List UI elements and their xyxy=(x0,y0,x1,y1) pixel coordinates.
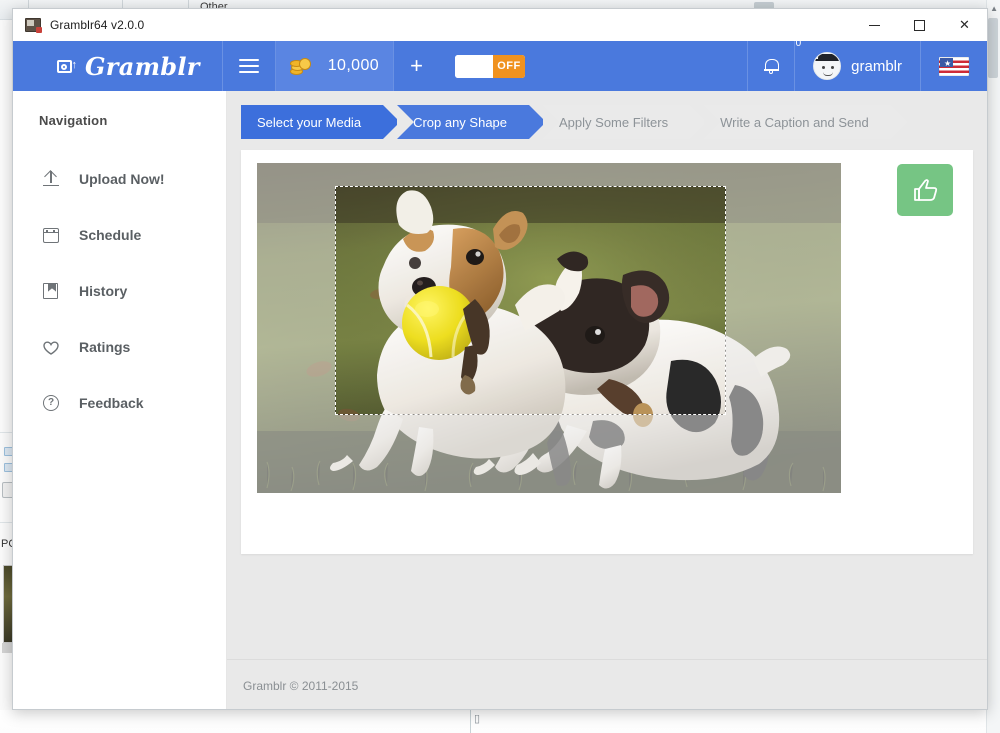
sidebar-item-feedback[interactable]: ? Feedback xyxy=(13,375,226,431)
background-scrollbar[interactable]: ▲ xyxy=(986,0,1000,733)
background-bottom-panel-divider xyxy=(470,710,471,733)
window-titlebar: Gramblr64 v2.0.0 ✕ xyxy=(13,9,987,41)
sidebar-item-label: Schedule xyxy=(79,227,141,243)
sidebar-item-label: Upload Now! xyxy=(79,171,165,187)
question-circle-icon: ? xyxy=(42,394,60,412)
bell-icon xyxy=(764,58,778,74)
toggle-switch[interactable]: OFF xyxy=(455,55,525,78)
camera-upload-icon: ↑ xyxy=(57,58,76,74)
hamburger-icon xyxy=(239,59,259,73)
crop-shade-left xyxy=(257,186,335,415)
scroll-up-arrow-icon[interactable]: ▲ xyxy=(990,4,998,13)
brand-name: Gramblr xyxy=(85,52,200,81)
sidebar-item-label: History xyxy=(79,283,127,299)
sidebar-item-label: Ratings xyxy=(79,339,130,355)
step-select-your-media[interactable]: Select your Media xyxy=(241,105,383,139)
heart-icon xyxy=(42,338,60,356)
app-header: ↑ Gramblr 10,000 + OFF xyxy=(13,41,987,91)
sidebar-item-ratings[interactable]: Ratings xyxy=(13,319,226,375)
step-apply-some-filters[interactable]: Apply Some Filters xyxy=(543,105,690,139)
crop-editor-card xyxy=(241,150,973,554)
content-area: Select your Media Crop any Shape Apply S… xyxy=(227,91,987,710)
sidebar: Navigation Upload Now! Schedule History xyxy=(13,91,227,710)
sidebar-item-schedule[interactable]: Schedule xyxy=(13,207,226,263)
step-label: Apply Some Filters xyxy=(559,115,668,130)
step-crop-any-shape[interactable]: Crop any Shape xyxy=(397,105,529,139)
notification-count: 0 xyxy=(796,38,802,49)
minimize-button[interactable] xyxy=(852,9,897,41)
background-bottom-icon: ▯ xyxy=(474,712,480,725)
crop-shade-right xyxy=(726,186,841,415)
language-selector[interactable]: ★ xyxy=(921,41,987,91)
username-label: gramblr xyxy=(851,58,902,75)
menu-toggle-button[interactable] xyxy=(223,41,275,91)
background-bottom-strip xyxy=(0,710,1000,733)
maximize-icon xyxy=(914,20,925,31)
bookmark-icon xyxy=(42,282,60,300)
crop-shade-top xyxy=(257,163,841,186)
footer: Gramblr © 2011-2015 xyxy=(227,659,987,710)
header-spacer xyxy=(541,41,747,91)
step-label: Select your Media xyxy=(257,115,361,130)
toggle-knob xyxy=(455,55,493,78)
step-label: Write a Caption and Send xyxy=(720,115,869,130)
approve-crop-button[interactable] xyxy=(897,164,953,216)
avatar xyxy=(813,52,841,80)
coins-balance[interactable]: 10,000 xyxy=(276,41,393,91)
window-controls: ✕ xyxy=(852,9,987,41)
step-write-a-caption-and-send[interactable]: Write a Caption and Send xyxy=(704,105,891,139)
minimize-icon xyxy=(869,25,880,26)
autoupload-toggle[interactable]: OFF xyxy=(439,41,541,91)
brand-logo[interactable]: ↑ Gramblr xyxy=(13,41,222,91)
account-menu[interactable]: gramblr xyxy=(795,41,920,91)
media-preview[interactable] xyxy=(257,163,841,493)
notifications-button[interactable]: 0 xyxy=(748,41,794,91)
coin-count: 10,000 xyxy=(328,57,379,75)
us-flag-icon: ★ xyxy=(939,57,969,76)
close-button[interactable]: ✕ xyxy=(942,9,987,41)
copyright-text: Gramblr © 2011-2015 xyxy=(243,679,358,693)
sidebar-item-label: Feedback xyxy=(79,395,144,411)
step-label: Crop any Shape xyxy=(413,115,507,130)
sidebar-item-upload-now[interactable]: Upload Now! xyxy=(13,151,226,207)
crop-selection-box[interactable] xyxy=(335,186,726,415)
thumbs-up-icon xyxy=(912,178,938,202)
wizard-steps: Select your Media Crop any Shape Apply S… xyxy=(241,105,987,139)
toggle-state-label: OFF xyxy=(493,55,525,78)
coin-stack-icon xyxy=(290,57,312,76)
plus-icon: + xyxy=(410,53,423,79)
app-body: Navigation Upload Now! Schedule History xyxy=(13,91,987,710)
sidebar-title: Navigation xyxy=(13,113,226,128)
sidebar-item-history[interactable]: History xyxy=(13,263,226,319)
crop-shade-bottom xyxy=(257,415,841,493)
calendar-icon xyxy=(42,226,60,244)
gramblr-application-window: Gramblr64 v2.0.0 ✕ ↑ Gramblr xyxy=(12,8,988,710)
close-icon: ✕ xyxy=(959,17,970,33)
app-icon xyxy=(25,18,41,32)
add-coins-button[interactable]: + xyxy=(394,41,439,91)
maximize-button[interactable] xyxy=(897,9,942,41)
window-title: Gramblr64 v2.0.0 xyxy=(50,18,144,32)
scrollbar-thumb[interactable] xyxy=(988,18,998,78)
upload-icon xyxy=(42,170,60,188)
